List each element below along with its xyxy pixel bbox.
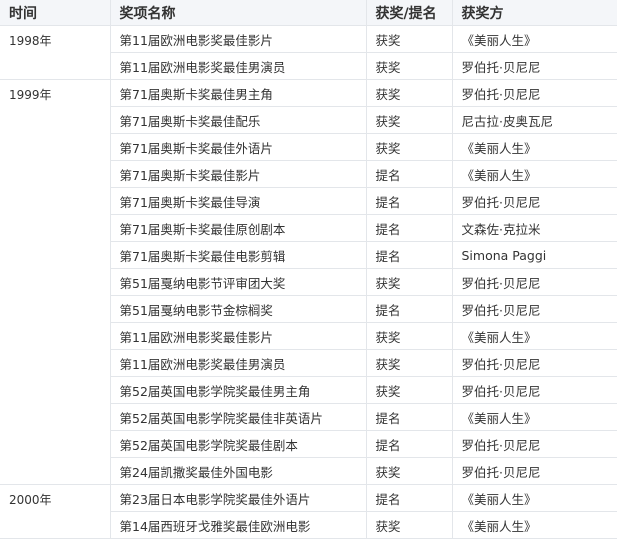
award-name-cell: 第51届戛纳电影节金棕榈奖 [110, 295, 367, 323]
result-cell: 提名 [366, 484, 453, 512]
year-cell: 1998年 [0, 25, 111, 80]
header-time: 时间 [0, 0, 111, 26]
recipient-cell: 《美丽人生》 [452, 322, 617, 350]
result-cell: 获奖 [366, 457, 453, 485]
recipient-cell: Simona Paggi [452, 241, 617, 269]
result-cell: 获奖 [366, 25, 453, 53]
award-name-cell: 第11届欧洲电影奖最佳男演员 [110, 349, 367, 377]
header-result: 获奖/提名 [366, 0, 453, 26]
recipient-cell: 罗伯托·贝尼尼 [452, 295, 617, 323]
award-name-cell: 第52届英国电影学院奖最佳男主角 [110, 376, 367, 404]
recipient-cell: 罗伯托·贝尼尼 [452, 52, 617, 80]
result-cell: 提名 [366, 430, 453, 458]
awards-table: 时间 奖项名称 获奖/提名 获奖方 1998年 第11届欧洲电影奖最佳影片 获奖 《美… [0, 0, 617, 539]
award-name-cell: 第14届西班牙戈雅奖最佳欧洲电影 [110, 511, 367, 539]
recipient-cell: 罗伯托·贝尼尼 [452, 457, 617, 485]
award-name-cell: 第24届凯撒奖最佳外国电影 [110, 457, 367, 485]
result-cell: 提名 [366, 187, 453, 215]
award-name-cell: 第51届戛纳电影节评审团大奖 [110, 268, 367, 296]
result-cell: 提名 [366, 214, 453, 242]
award-name-cell: 第23届日本电影学院奖最佳外语片 [110, 484, 367, 512]
recipient-cell: 《美丽人生》 [452, 160, 617, 188]
result-cell: 获奖 [366, 106, 453, 134]
recipient-cell: 《美丽人生》 [452, 403, 617, 431]
result-cell: 提名 [366, 241, 453, 269]
table-header: 时间 奖项名称 获奖/提名 获奖方 [0, 0, 617, 26]
result-cell: 获奖 [366, 79, 453, 107]
result-cell: 获奖 [366, 322, 453, 350]
award-name-cell: 第71届奥斯卡奖最佳配乐 [110, 106, 367, 134]
award-name-cell: 第71届奥斯卡奖最佳男主角 [110, 79, 367, 107]
recipient-cell: 罗伯托·贝尼尼 [452, 376, 617, 404]
recipient-cell: 《美丽人生》 [452, 484, 617, 512]
result-cell: 获奖 [366, 376, 453, 404]
result-cell: 获奖 [366, 133, 453, 161]
recipient-cell: 罗伯托·贝尼尼 [452, 79, 617, 107]
result-cell: 获奖 [366, 511, 453, 539]
result-cell: 获奖 [366, 52, 453, 80]
year-cell: 2000年 [0, 484, 111, 539]
table-row: 1999年 第71届奥斯卡奖最佳男主角 获奖 罗伯托·贝尼尼 [0, 79, 617, 485]
recipient-cell: 罗伯托·贝尼尼 [452, 349, 617, 377]
recipient-cell: 《美丽人生》 [452, 133, 617, 161]
award-name-cell: 第71届奥斯卡奖最佳导演 [110, 187, 367, 215]
award-name-cell: 第71届奥斯卡奖最佳影片 [110, 160, 367, 188]
result-cell: 获奖 [366, 268, 453, 296]
result-cell: 提名 [366, 160, 453, 188]
award-name-cell: 第71届奥斯卡奖最佳原创剧本 [110, 214, 367, 242]
header-recipient: 获奖方 [452, 0, 617, 26]
recipient-cell: 文森佐·克拉米 [452, 214, 617, 242]
recipient-cell: 《美丽人生》 [452, 25, 617, 53]
header-row: 时间 奖项名称 获奖/提名 获奖方 [0, 0, 617, 26]
award-name-cell: 第52届英国电影学院奖最佳剧本 [110, 430, 367, 458]
award-name-cell: 第11届欧洲电影奖最佳影片 [110, 25, 367, 53]
header-award-name: 奖项名称 [110, 0, 367, 26]
table-row: 1998年 第11届欧洲电影奖最佳影片 获奖 《美丽人生》 [0, 25, 617, 80]
recipient-cell: 罗伯托·贝尼尼 [452, 430, 617, 458]
recipient-cell: 罗伯托·贝尼尼 [452, 268, 617, 296]
year-cell: 1999年 [0, 79, 111, 485]
table-row: 2000年 第23届日本电影学院奖最佳外语片 提名 《美丽人生》 [0, 484, 617, 539]
award-name-cell: 第52届英国电影学院奖最佳非英语片 [110, 403, 367, 431]
award-name-cell: 第11届欧洲电影奖最佳影片 [110, 322, 367, 350]
result-cell: 获奖 [366, 349, 453, 377]
recipient-cell: 尼古拉·皮奥瓦尼 [452, 106, 617, 134]
table-body: 1998年 第11届欧洲电影奖最佳影片 获奖 《美丽人生》 第11届欧洲电影奖最佳男演员… [0, 25, 617, 539]
award-name-cell: 第11届欧洲电影奖最佳男演员 [110, 52, 367, 80]
recipient-cell: 《美丽人生》 [452, 511, 617, 539]
result-cell: 提名 [366, 295, 453, 323]
recipient-cell: 罗伯托·贝尼尼 [452, 187, 617, 215]
result-cell: 提名 [366, 403, 453, 431]
award-name-cell: 第71届奥斯卡奖最佳电影剪辑 [110, 241, 367, 269]
award-name-cell: 第71届奥斯卡奖最佳外语片 [110, 133, 367, 161]
